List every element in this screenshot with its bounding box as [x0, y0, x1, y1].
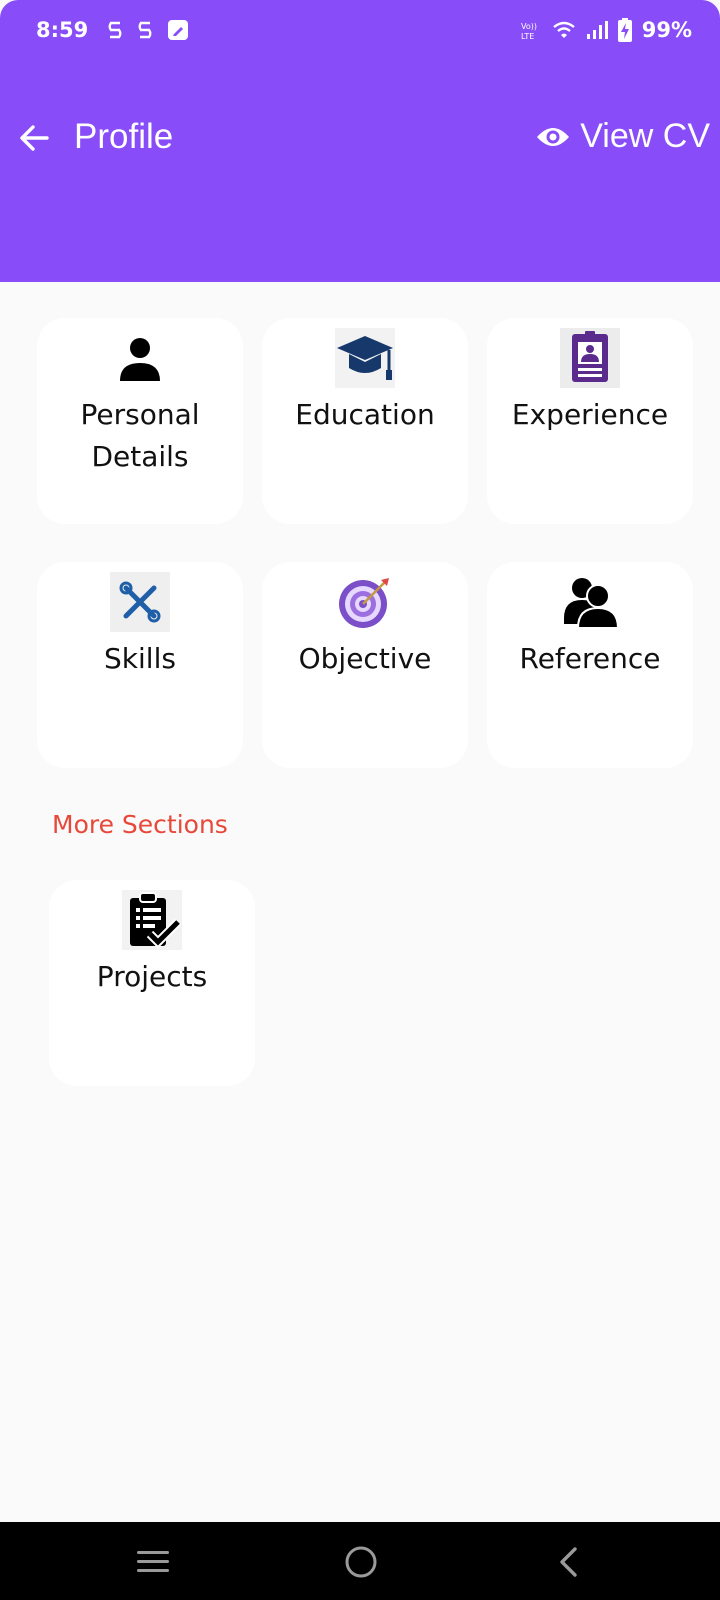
clipboard-check-icon	[122, 890, 182, 950]
system-navigation-bar	[0, 1522, 720, 1600]
status-system-icons: Vo)) LTE 99%	[520, 18, 692, 42]
status-time: 8:59	[36, 18, 89, 42]
home-button[interactable]	[339, 1540, 383, 1584]
app-bar: Profile View CV	[0, 62, 720, 282]
people-icon	[560, 572, 620, 632]
person-icon	[110, 328, 170, 388]
arrow-back-icon	[20, 125, 49, 151]
card-reference[interactable]: Reference	[487, 562, 693, 768]
eye-icon	[537, 127, 570, 146]
home-circle-icon	[345, 1546, 377, 1578]
menu-icon	[137, 1551, 169, 1572]
system-back-button[interactable]	[546, 1540, 590, 1584]
card-objective[interactable]: Objective	[262, 562, 468, 768]
card-personal-details[interactable]: Personal Details	[37, 318, 243, 524]
card-label: Reference	[519, 642, 661, 675]
view-cv-button[interactable]: View CV	[536, 117, 710, 156]
card-label: Objective	[298, 642, 432, 675]
card-label: Personal Details	[80, 398, 200, 473]
status-bar: 8:59 Vo)) LTE 99%	[0, 0, 720, 62]
card-projects[interactable]: Projects	[49, 880, 255, 1086]
card-label: Experience	[511, 398, 669, 431]
signal-icon	[586, 21, 608, 39]
card-label: Education	[295, 398, 435, 431]
svg-text:Vo)): Vo))	[521, 22, 537, 31]
more-sections-title: More Sections	[52, 810, 228, 839]
recent-apps-button[interactable]	[131, 1540, 175, 1584]
view-cv-label: View CV	[580, 117, 710, 155]
notes-icon	[168, 20, 188, 40]
back-button[interactable]	[14, 118, 54, 158]
target-icon	[335, 572, 395, 632]
status-notification-icons	[106, 18, 190, 42]
wifi-icon	[552, 21, 575, 38]
card-label: Skills	[104, 642, 176, 675]
card-label: Projects	[96, 960, 208, 993]
chevron-left-icon	[560, 1547, 577, 1577]
notification-app-icon	[138, 21, 152, 39]
id-badge-icon	[560, 328, 620, 388]
battery-percent: 99%	[641, 18, 692, 42]
graduation-cap-icon	[335, 328, 395, 388]
card-skills[interactable]: Skills	[37, 562, 243, 768]
volte-icon: Vo)) LTE	[521, 22, 537, 41]
card-experience[interactable]: Experience	[487, 318, 693, 524]
card-education[interactable]: Education	[262, 318, 468, 524]
battery-charging-icon	[617, 18, 632, 42]
tools-icon	[110, 572, 170, 632]
notification-app-icon	[108, 21, 122, 39]
svg-text:LTE: LTE	[521, 32, 534, 41]
page-title: Profile	[74, 117, 174, 156]
